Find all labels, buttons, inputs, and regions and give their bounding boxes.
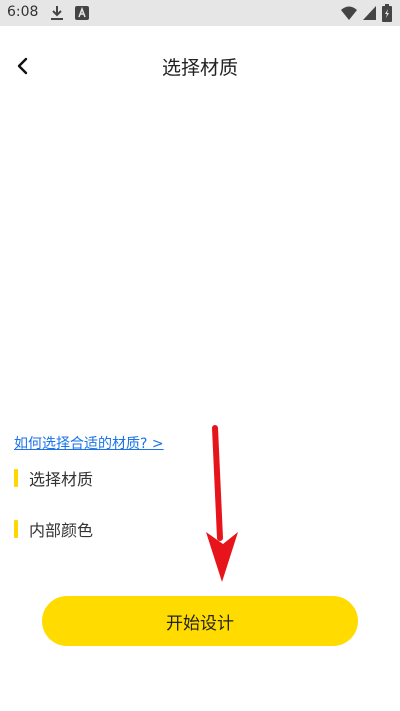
section-marker: [14, 520, 18, 538]
section-label: 选择材质: [29, 470, 94, 489]
material-help-link[interactable]: 如何选择合适的材质? >: [14, 433, 164, 453]
status-time: 6:08: [7, 4, 39, 20]
a-icon: [75, 6, 89, 20]
section-label: 内部颜色: [29, 521, 94, 540]
arrow-down-icon: [206, 425, 238, 582]
wifi-icon: [341, 6, 357, 20]
section-select-material: 选择材质: [14, 467, 93, 489]
battery-icon: [382, 4, 392, 22]
section-marker: [14, 469, 18, 487]
download-icon: [51, 6, 63, 20]
header: 选择材质: [0, 26, 400, 102]
signal-icon: [363, 6, 376, 20]
start-design-button[interactable]: 开始设计: [42, 596, 358, 646]
section-inner-color: 内部颜色: [14, 518, 93, 540]
page-title: 选择材质: [161, 57, 238, 79]
status-bar: 6:08: [0, 0, 400, 26]
